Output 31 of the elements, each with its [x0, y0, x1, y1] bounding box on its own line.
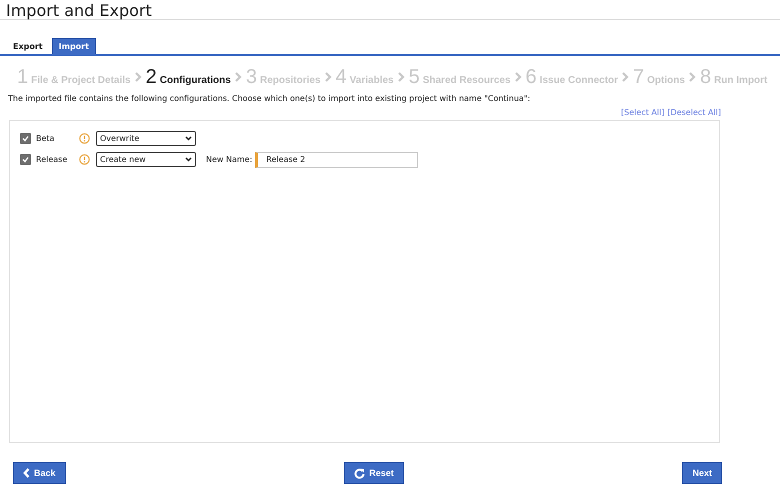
tab[interactable]: Export: [6, 38, 50, 54]
checkbox[interactable]: [20, 133, 31, 144]
action-dropdown[interactable]: Overwrite: [96, 131, 196, 146]
chevron-icon: [134, 72, 142, 82]
description-text: The imported file contains the following configurations. Choose which one(s) to import into existing project with name "Continua":: [7, 93, 532, 104]
chevron-icon: [622, 72, 630, 82]
caret-icon: [185, 157, 192, 162]
reset-button[interactable]: Reset: [344, 462, 404, 484]
chevron-icon: [324, 72, 332, 82]
config-label: Beta: [35, 134, 56, 143]
chevron-icon: [234, 72, 242, 82]
link[interactable]: [Deselect All]: [667, 108, 721, 118]
checkbox[interactable]: [20, 154, 31, 165]
config-label: Release: [35, 155, 68, 164]
field-label: New Name:: [206, 155, 252, 164]
wizard-step: 2 Configurations: [146, 66, 231, 88]
refresh-icon: [354, 468, 366, 478]
chevron-left-icon: [23, 468, 30, 478]
page-title: Import and Export: [0, 0, 780, 20]
chevron-icon: [688, 72, 696, 82]
action-dropdown[interactable]: Create new: [96, 152, 196, 167]
next-button[interactable]: Next: [682, 462, 722, 484]
warning-icon: [79, 133, 90, 144]
link[interactable]: [Select All]: [621, 108, 664, 118]
active-tab[interactable]: Import: [52, 38, 96, 54]
back-button[interactable]: Back: [13, 462, 66, 484]
chevron-icon: [398, 72, 405, 82]
new-name-field[interactable]: Release 2: [255, 152, 418, 168]
chevron-icon: [514, 72, 522, 82]
caret-icon: [185, 136, 192, 141]
warning-icon: [79, 154, 90, 165]
